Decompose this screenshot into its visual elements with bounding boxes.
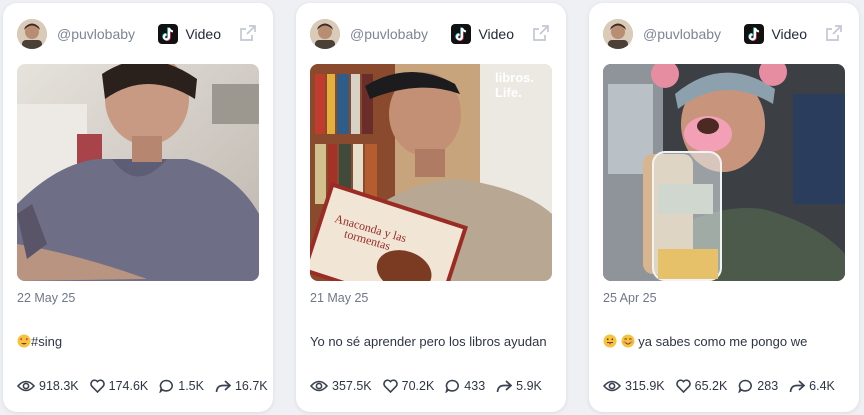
- video-thumbnail[interactable]: [603, 64, 845, 281]
- post-type-label: Video: [771, 26, 807, 42]
- tongue-emoji: [603, 334, 617, 351]
- likes-stat: 65.2K: [675, 379, 728, 393]
- shares-count: 5.9K: [516, 379, 542, 393]
- card-header: @puvlobaby Video: [17, 19, 259, 49]
- engagement-stats: 918.3K 174.6K 1.5K 16.7K: [17, 379, 279, 393]
- external-link-icon[interactable]: [532, 24, 550, 42]
- comments-count: 1.5K: [178, 379, 204, 393]
- eye-icon: [17, 380, 35, 392]
- comment-icon: [159, 379, 174, 393]
- platform-label: Video: [158, 23, 221, 45]
- video-thumbnail[interactable]: [17, 64, 259, 281]
- avatar[interactable]: [310, 19, 340, 49]
- likes-count: 65.2K: [694, 379, 728, 393]
- views-count: 315.9K: [625, 379, 665, 393]
- likes-count: 70.2K: [401, 379, 435, 393]
- comments-stat: 433: [445, 379, 485, 393]
- shares-stat: 5.9K: [496, 379, 542, 393]
- heart-icon: [89, 379, 105, 393]
- shares-stat: 16.7K: [215, 379, 268, 393]
- heart-icon: [382, 379, 398, 393]
- shares-stat: 6.4K: [789, 379, 835, 393]
- author-handle[interactable]: @puvlobaby: [57, 26, 135, 42]
- share-icon: [496, 380, 513, 393]
- shares-count: 6.4K: [809, 379, 835, 393]
- heart-eyes-emoji: [17, 334, 31, 351]
- post-date: 21 May 25: [310, 291, 369, 305]
- avatar[interactable]: [17, 19, 47, 49]
- post-type-label: Video: [185, 26, 221, 42]
- post-caption: ya sabes como me pongo we: [603, 334, 849, 351]
- views-count: 918.3K: [39, 379, 79, 393]
- likes-stat: 174.6K: [89, 379, 149, 393]
- engagement-stats: 315.9K 65.2K 283 6.4K: [603, 379, 846, 393]
- tiktok-icon: [744, 24, 765, 44]
- video-thumbnail[interactable]: libros. Life. Anaconda y las tormentas: [310, 64, 552, 281]
- comments-stat: 283: [738, 379, 778, 393]
- likes-stat: 70.2K: [382, 379, 435, 393]
- post-date: 25 Apr 25: [603, 291, 657, 305]
- views-stat: 357.5K: [310, 379, 372, 393]
- comments-count: 283: [757, 379, 779, 393]
- eye-icon: [310, 380, 328, 392]
- share-icon: [215, 380, 231, 393]
- engagement-stats: 357.5K 70.2K 433 5.9K: [310, 379, 553, 393]
- post-date: 22 May 25: [17, 291, 76, 305]
- post-card[interactable]: @puvlobaby Video: [3, 3, 273, 412]
- author-handle[interactable]: @puvlobaby: [350, 26, 428, 42]
- comments-stat: 1.5K: [159, 379, 204, 393]
- share-icon: [789, 380, 806, 393]
- comment-icon: [445, 379, 460, 393]
- tiktok-icon: [158, 24, 179, 44]
- external-link-icon[interactable]: [825, 24, 843, 42]
- comment-icon: [738, 379, 753, 393]
- comments-count: 433: [464, 379, 486, 393]
- likes-count: 174.6K: [108, 379, 149, 393]
- author-handle[interactable]: @puvlobaby: [643, 26, 721, 42]
- platform-label: Video: [451, 23, 514, 45]
- external-link-icon[interactable]: [239, 24, 257, 42]
- heart-icon: [675, 379, 691, 393]
- smile-emoji: [621, 334, 635, 351]
- card-header: @puvlobaby Video: [310, 19, 552, 49]
- post-card[interactable]: @puvlobaby Video: [296, 3, 566, 412]
- shares-count: 16.7K: [234, 379, 268, 393]
- post-caption: Yo no sé aprender pero los libros ayudan: [310, 334, 547, 349]
- eye-icon: [603, 380, 621, 392]
- avatar[interactable]: [603, 19, 633, 49]
- post-type-label: Video: [478, 26, 514, 42]
- caption-text: #sing: [31, 334, 63, 349]
- media-overlay-text: libros. Life.: [494, 70, 534, 100]
- views-stat: 315.9K: [603, 379, 665, 393]
- card-header: @puvlobaby Video: [603, 19, 845, 49]
- views-count: 357.5K: [332, 379, 372, 393]
- tiktok-icon: [451, 24, 472, 44]
- caption-text: ya sabes como me pongo we: [638, 334, 808, 349]
- post-caption: #sing: [17, 334, 263, 351]
- views-stat: 918.3K: [17, 379, 79, 393]
- platform-label: Video: [744, 23, 807, 45]
- post-card[interactable]: @puvlobaby Video: [589, 3, 859, 412]
